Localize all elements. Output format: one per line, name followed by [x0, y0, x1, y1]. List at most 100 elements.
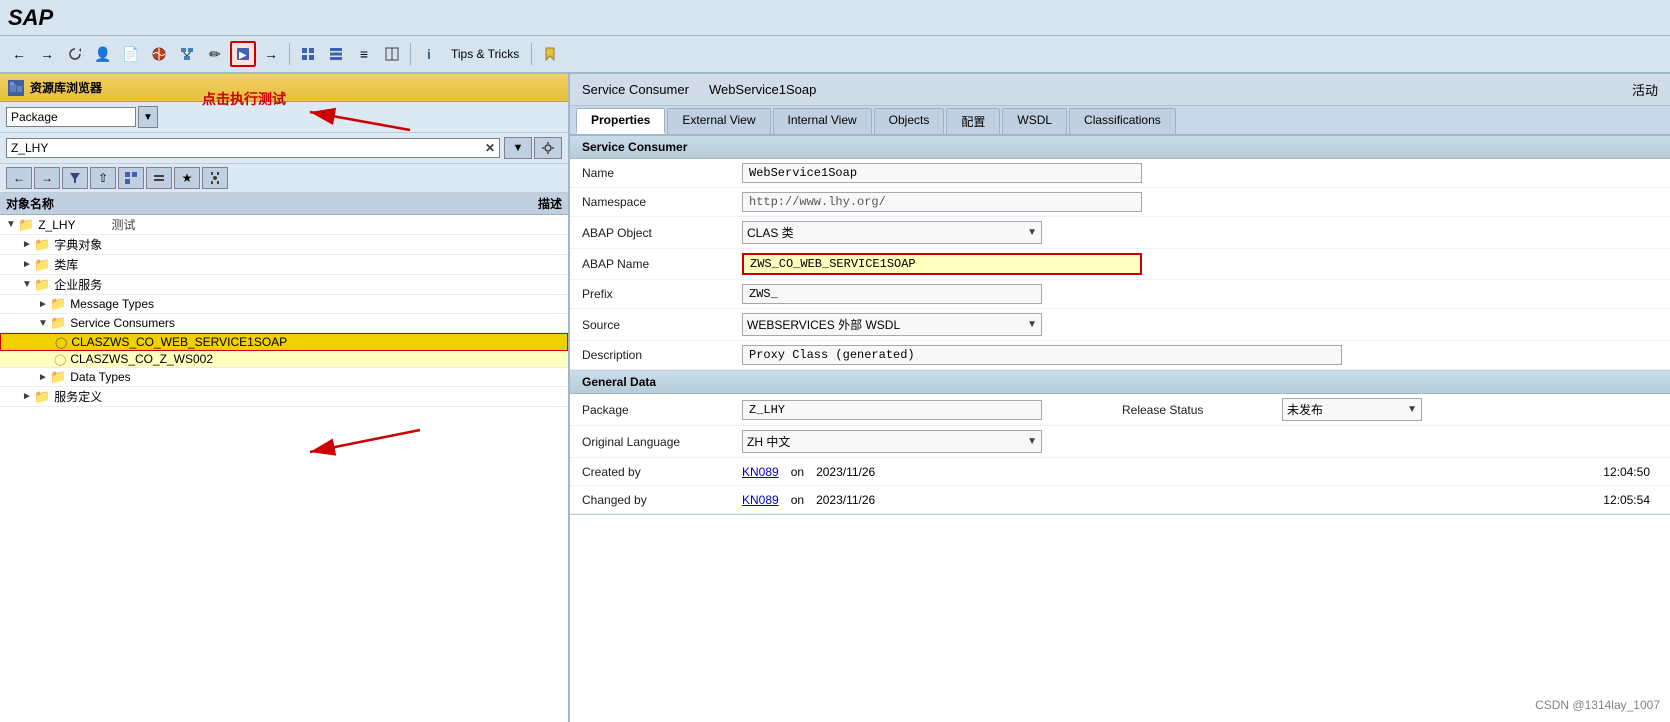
tree-item-zlhy[interactable]: ▼ 📁 Z_LHY 测试 — [0, 215, 568, 235]
tree-item-msgtypes[interactable]: ► 📁 Message Types — [0, 295, 568, 314]
network-btn[interactable] — [174, 41, 200, 67]
release-status-value: 未发布 — [1287, 401, 1323, 418]
tab-properties[interactable]: Properties — [576, 108, 665, 134]
tree-label-lib: 类库 — [54, 256, 78, 273]
pencil-btn[interactable]: ✏ — [202, 41, 228, 67]
tree-item-lib[interactable]: ► 📁 类库 — [0, 255, 568, 275]
search-dropdown: Package ▼ — [6, 106, 158, 128]
info-btn[interactable]: i — [416, 41, 442, 67]
page-btn[interactable]: 📄 — [118, 41, 144, 67]
select-source-value: WEBSERVICES 外部 WSDL — [747, 316, 900, 333]
release-status-arrow: ▼ — [1407, 404, 1417, 415]
tree-toggle-svccons[interactable]: ▼ — [38, 318, 50, 329]
tree-item-enterprise[interactable]: ▼ 📁 企业服务 — [0, 275, 568, 295]
right-panel: Service Consumer WebService1Soap 活动 Prop… — [570, 74, 1670, 722]
search-input-text[interactable]: Z_LHY — [11, 141, 481, 155]
refresh-btn[interactable] — [62, 41, 88, 67]
input-package[interactable]: Z_LHY — [742, 400, 1042, 420]
link-changed-by[interactable]: KN089 — [742, 493, 779, 507]
dropdown-arrow[interactable]: ▼ — [138, 106, 158, 128]
input-namespace[interactable]: http://www.lhy.org/ — [742, 192, 1142, 212]
label-namespace: Namespace — [582, 195, 742, 209]
tree-item-svcdef[interactable]: ► 📁 服务定义 — [0, 387, 568, 407]
back-btn[interactable]: ← — [6, 41, 32, 67]
forward-btn[interactable]: → — [34, 41, 60, 67]
label-created-by: Created by — [582, 465, 742, 479]
tree-item-dict[interactable]: ► 📁 字典对象 — [0, 235, 568, 255]
tree-item-svccons[interactable]: ▼ 📁 Service Consumers — [0, 314, 568, 333]
input-name[interactable]: WebService1Soap — [742, 163, 1142, 183]
nav-up-btn[interactable]: ⇧ — [90, 167, 116, 189]
tab-wsdl[interactable]: WSDL — [1002, 108, 1067, 134]
input-description[interactable]: Proxy Class (generated) — [742, 345, 1342, 365]
label-orig-lang: Original Language — [582, 435, 742, 449]
tree-toggle-dict[interactable]: ► — [22, 239, 34, 250]
tab-external-view[interactable]: External View — [667, 108, 770, 134]
grid4-btn[interactable] — [379, 41, 405, 67]
search-input-container: Z_LHY ✕ — [6, 138, 500, 158]
nav-back-btn[interactable]: ← — [6, 167, 32, 189]
tree-item-cls1[interactable]: ◯ CLASZWS_CO_WEB_SERVICE1SOAP — [0, 333, 568, 351]
changed-date: 2023/11/26 — [816, 493, 1595, 507]
tab-classifications[interactable]: Classifications — [1069, 108, 1176, 134]
tab-internal-view[interactable]: Internal View — [773, 108, 872, 134]
package-dropdown[interactable]: Package — [6, 107, 136, 127]
tree-toggle-svcdef[interactable]: ► — [22, 391, 34, 402]
separator-3 — [531, 43, 532, 65]
tips-tricks-btn[interactable]: Tips & Tricks — [444, 44, 526, 64]
grid1-btn[interactable] — [295, 41, 321, 67]
row-namespace: Namespace http://www.lhy.org/ — [570, 188, 1670, 217]
label-abap-name: ABAP Name — [582, 257, 742, 271]
arrow-execute-btn[interactable]: → — [258, 41, 284, 67]
nav-filter-btn[interactable] — [62, 167, 88, 189]
tree-header: 对象名称 描述 — [0, 193, 568, 215]
folder-icon-svccons: 📁 — [50, 315, 66, 331]
grid3-btn[interactable]: ≡ — [351, 41, 377, 67]
execute-btn[interactable]: ▶ — [230, 41, 256, 67]
folder-icon-enterprise: 📁 — [34, 277, 50, 293]
nav-config-btn[interactable] — [202, 167, 228, 189]
select-release-status[interactable]: 未发布 ▼ — [1282, 398, 1422, 421]
tree-label-datatypes: Data Types — [70, 370, 130, 384]
tree-item-datatypes[interactable]: ► 📁 Data Types — [0, 368, 568, 387]
row-name: Name WebService1Soap — [570, 159, 1670, 188]
tab-objects[interactable]: Objects — [874, 108, 945, 134]
panel-header: 资源库浏览器 — [0, 74, 568, 102]
changed-time: 12:05:54 — [1603, 493, 1650, 507]
select-source[interactable]: WEBSERVICES 外部 WSDL ▼ — [742, 313, 1042, 336]
input-abap-name[interactable]: ZWS_CO_WEB_SERVICE1SOAP — [742, 253, 1142, 275]
tree-label-svcdef: 服务定义 — [54, 388, 102, 405]
search-btn-dropdown[interactable]: ▼ — [504, 137, 532, 159]
changed-on-label: on — [791, 493, 804, 507]
tab-config[interactable]: 配置 — [946, 108, 1000, 134]
item-icon-cls2: ◯ — [54, 353, 66, 366]
clear-btn[interactable]: ✕ — [485, 141, 495, 155]
tree-label-enterprise: 企业服务 — [54, 276, 102, 293]
nav-forward-btn[interactable]: → — [34, 167, 60, 189]
input-prefix[interactable]: ZWS_ — [742, 284, 1042, 304]
user-btn[interactable]: 👤 — [90, 41, 116, 67]
row-abap-object: ABAP Object CLAS 类 ▼ — [570, 217, 1670, 249]
label-description: Description — [582, 348, 742, 362]
link-created-by[interactable]: KN089 — [742, 465, 779, 479]
tree-toggle-datatypes[interactable]: ► — [38, 372, 50, 383]
label-package: Package — [582, 403, 742, 417]
select-orig-lang[interactable]: ZH 中文 ▼ — [742, 430, 1042, 453]
search-btn-settings[interactable] — [534, 137, 562, 159]
tree-label-svccons: Service Consumers — [70, 316, 175, 330]
bookmark-btn[interactable] — [537, 41, 563, 67]
select-abap-object[interactable]: CLAS 类 ▼ — [742, 221, 1042, 244]
tree-label-cls2: CLASZWS_CO_Z_WS002 — [70, 352, 213, 366]
tree-toggle-enterprise[interactable]: ▼ — [22, 279, 34, 290]
nav-star-btn[interactable]: ★ — [174, 167, 200, 189]
nav-expand-btn[interactable] — [118, 167, 144, 189]
globe-btn[interactable] — [146, 41, 172, 67]
tree-toggle-lib[interactable]: ► — [22, 259, 34, 270]
grid2-btn[interactable] — [323, 41, 349, 67]
row-prefix: Prefix ZWS_ — [570, 280, 1670, 309]
tree-item-cls2[interactable]: ◯ CLASZWS_CO_Z_WS002 — [0, 351, 568, 368]
nav-collapse-btn[interactable] — [146, 167, 172, 189]
tree-toggle-msgtypes[interactable]: ► — [38, 299, 50, 310]
row-description: Description Proxy Class (generated) — [570, 341, 1670, 370]
tree-toggle-zlhy[interactable]: ▼ — [6, 219, 18, 230]
